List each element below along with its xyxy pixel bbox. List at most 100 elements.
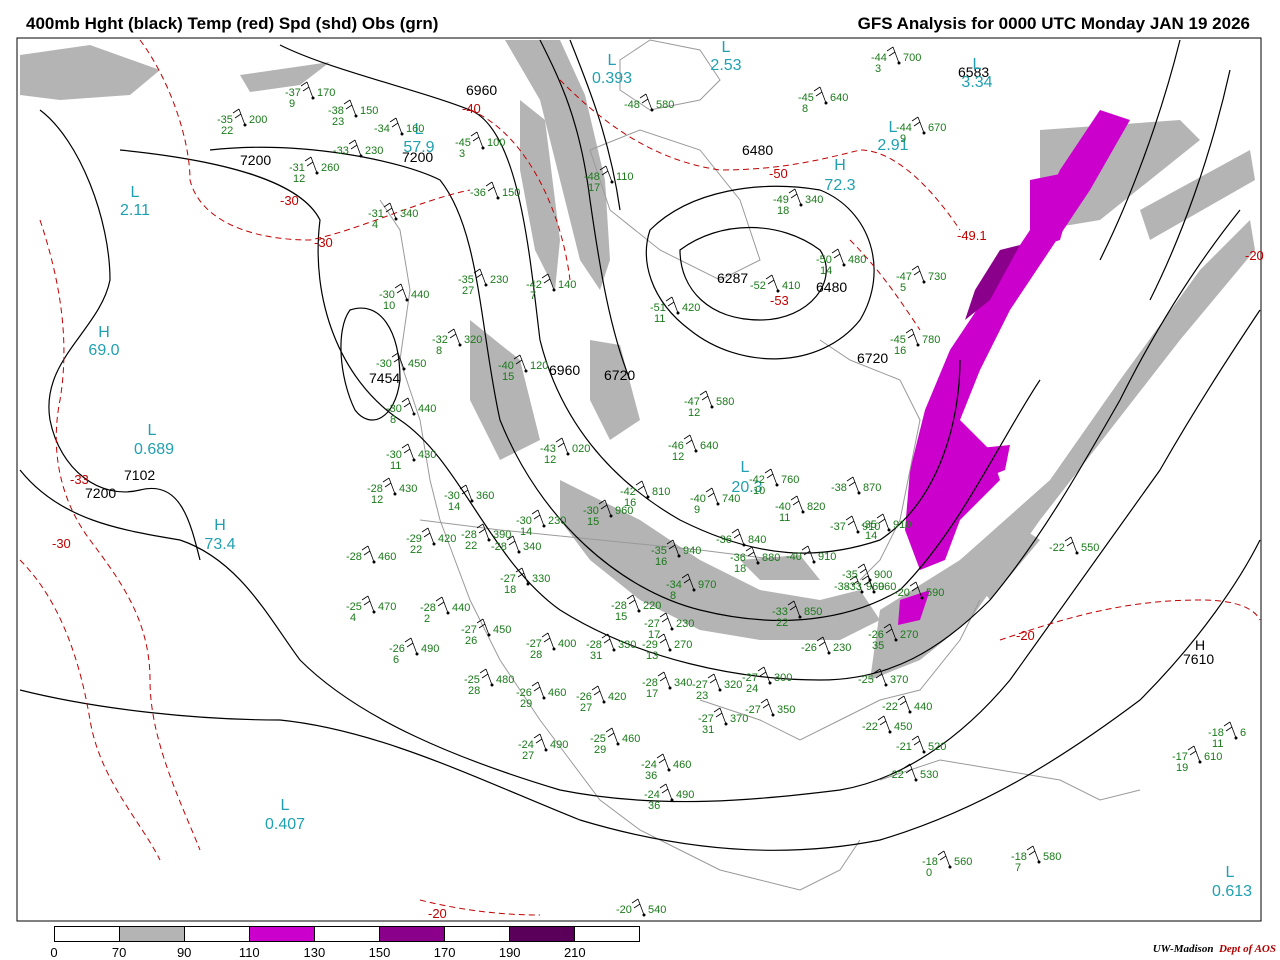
obs-temp: -36 xyxy=(470,187,486,199)
obs-dewpoint: 28 xyxy=(468,685,480,697)
obs-dewpoint: 10 xyxy=(383,300,395,312)
obs-height: 450 xyxy=(493,624,511,636)
obs-dewpoint: 12 xyxy=(672,451,684,463)
obs-height: 200 xyxy=(249,114,267,126)
obs-temp: -33 xyxy=(846,581,862,593)
obs-dewpoint: 27 xyxy=(462,285,474,297)
obs-temp: -36 xyxy=(716,534,732,546)
legend-swatch xyxy=(380,927,445,941)
low-letter: L xyxy=(973,56,982,73)
obs-height: 440 xyxy=(418,403,436,415)
obs-dewpoint: 8 xyxy=(436,345,442,357)
obs-height: 590 xyxy=(926,587,944,599)
obs-dewpoint: 31 xyxy=(590,650,602,662)
high-letter: H xyxy=(98,324,110,341)
obs-temp: -52 xyxy=(750,280,766,292)
obs-dewpoint: 12 xyxy=(371,494,383,506)
obs-height: 140 xyxy=(558,279,576,291)
obs-height: 730 xyxy=(928,271,946,283)
obs-height: 960 xyxy=(615,505,633,517)
legend-label: 130 xyxy=(303,945,326,960)
obs-height: 740 xyxy=(722,493,740,505)
obs-dewpoint: 14 xyxy=(520,526,532,538)
legend-label: 110 xyxy=(238,945,260,960)
legend-label: 90 xyxy=(176,945,192,960)
obs-height: 490 xyxy=(421,643,439,655)
obs-dewpoint: 27 xyxy=(580,702,592,714)
obs-dewpoint: 15 xyxy=(587,516,599,528)
legend-swatch xyxy=(185,927,250,941)
temp-label: -20 xyxy=(1245,248,1264,263)
low-value: 57.9 xyxy=(403,139,434,156)
obs-temp: -38 xyxy=(831,482,847,494)
obs-dewpoint: 12 xyxy=(293,173,305,185)
obs-dewpoint: 11 xyxy=(654,313,665,325)
high-value: 73.4 xyxy=(204,536,235,553)
obs-dewpoint: 24 xyxy=(746,683,758,695)
obs-dewpoint: 0 xyxy=(926,867,932,879)
obs-dewpoint: 36 xyxy=(648,800,660,812)
legend-swatch xyxy=(510,927,575,941)
obs-height: 470 xyxy=(378,601,396,613)
height-label: 6480 xyxy=(742,142,773,158)
obs-height: 910 xyxy=(818,551,836,563)
temp-label: -40 xyxy=(462,101,481,116)
obs-dewpoint: 16 xyxy=(655,556,667,568)
obs-dewpoint: 35 xyxy=(872,640,884,652)
obs-dewpoint: 8 xyxy=(670,590,676,602)
obs-height: 430 xyxy=(399,483,417,495)
low-value: 2.11 xyxy=(120,202,150,219)
obs-height: 870 xyxy=(863,482,881,494)
credit-org: UW-Madison xyxy=(1152,943,1214,955)
obs-height: 840 xyxy=(748,534,766,546)
obs-height: 270 xyxy=(674,639,692,651)
obs-height: 610 xyxy=(1204,751,1222,763)
temp-label: -30 xyxy=(280,193,299,208)
obs-height: 410 xyxy=(782,280,800,292)
obs-dewpoint: 11 xyxy=(779,512,790,524)
low-letter: L xyxy=(281,797,290,814)
low-value: 0.613 xyxy=(1212,883,1252,900)
obs-dewpoint: 17 xyxy=(646,688,658,700)
legend-label: 70 xyxy=(111,945,127,960)
high-letter: H xyxy=(834,157,846,174)
obs-dewpoint: 14 xyxy=(865,530,877,542)
obs-dewpoint: 16 xyxy=(894,345,906,357)
obs-height: 330 xyxy=(532,573,550,585)
legend-label: 0 xyxy=(50,945,58,960)
legend-label: 170 xyxy=(433,945,456,960)
obs-height: 970 xyxy=(698,579,716,591)
obs-height: 150 xyxy=(502,187,520,199)
obs-temp: -26 xyxy=(801,642,817,654)
obs-height: 580 xyxy=(1043,851,1061,863)
low-letter: L xyxy=(722,39,731,56)
temp-label: -33 xyxy=(70,472,89,487)
obs-height: 160 xyxy=(406,123,424,135)
obs-height: 440 xyxy=(914,701,932,713)
obs-dewpoint: 36 xyxy=(645,770,657,782)
high-value: 72.3 xyxy=(824,177,855,194)
obs-height: 370 xyxy=(890,674,908,686)
obs-height: 6 xyxy=(1240,727,1246,739)
obs-height: 640 xyxy=(700,440,718,452)
obs-height: 340 xyxy=(523,541,541,553)
obs-temp: -22 xyxy=(1049,542,1065,554)
obs-height: 460 xyxy=(548,687,566,699)
legend-swatch xyxy=(445,927,510,941)
obs-height: 340 xyxy=(674,677,692,689)
obs-dewpoint: 18 xyxy=(734,563,746,575)
obs-dewpoint: 23 xyxy=(696,690,708,702)
obs-dewpoint: 9 xyxy=(289,98,295,110)
obs-dewpoint: 29 xyxy=(594,744,606,756)
obs-dewpoint: 22 xyxy=(776,617,788,629)
obs-height: 430 xyxy=(418,449,436,461)
high-marker: H xyxy=(1195,637,1205,653)
height-label: 7454 xyxy=(369,370,400,386)
high-letter: H xyxy=(214,517,226,534)
obs-dewpoint: 3 xyxy=(459,148,465,160)
obs-dewpoint: 18 xyxy=(504,584,516,596)
obs-dewpoint: 15 xyxy=(502,371,514,383)
obs-height: 940 xyxy=(683,545,701,557)
obs-height: 230 xyxy=(833,642,851,654)
obs-height: 640 xyxy=(830,92,848,104)
